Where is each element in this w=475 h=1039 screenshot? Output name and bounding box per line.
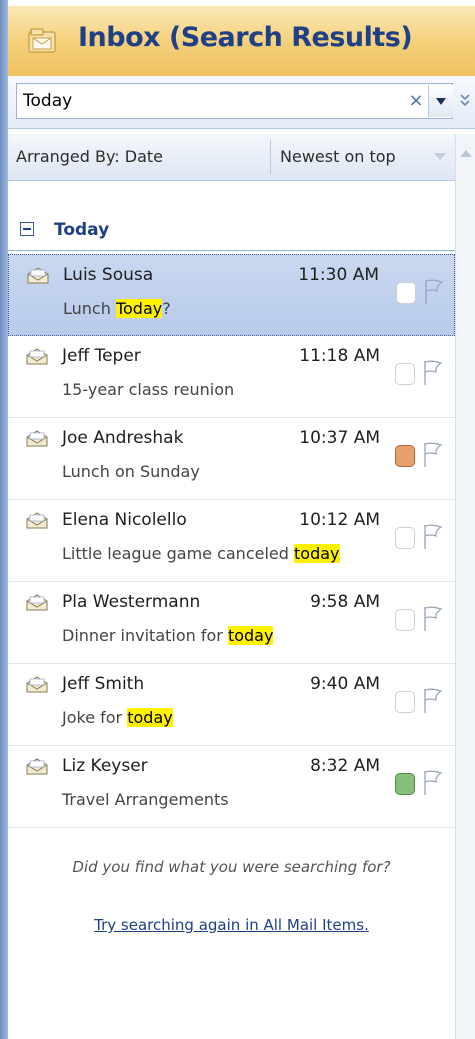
sort-order-button[interactable]: Newest on top <box>280 147 396 166</box>
mail-sender: Pla Westermann <box>62 592 201 612</box>
mail-time: 9:40 AM <box>310 674 380 694</box>
subject-text: Joke for <box>62 708 128 727</box>
mail-time: 8:32 AM <box>310 756 380 776</box>
mail-time: 10:37 AM <box>299 428 380 448</box>
pane-title: Inbox (Search Results) <box>78 22 413 53</box>
expand-query-icon[interactable] <box>458 91 472 111</box>
flag-icon[interactable] <box>422 441 444 469</box>
divider <box>270 140 271 174</box>
chevron-down-icon <box>436 98 446 105</box>
search-box: × <box>16 83 453 119</box>
search-input[interactable] <box>23 88 383 114</box>
flag-icon[interactable] <box>423 278 445 306</box>
mail-item[interactable]: Liz Keyser 8:32 AM Travel Arrangements <box>8 746 455 828</box>
envelope-icon <box>26 676 48 693</box>
mail-time: 9:58 AM <box>310 592 380 612</box>
mail-item[interactable]: Luis Sousa 11:30 AM Lunch Today? <box>8 254 455 336</box>
subject-text: Lunch on Sunday <box>62 462 200 481</box>
sort-arrow-icon <box>434 153 446 160</box>
arrange-bar: Arranged By: Date Newest on top <box>8 134 455 181</box>
group-header-today[interactable]: Today <box>8 212 455 251</box>
scrollbar[interactable] <box>455 134 475 1039</box>
mail-sender: Joe Andreshak <box>62 428 184 448</box>
mail-time: 10:12 AM <box>299 510 380 530</box>
subject-text: 15-year class reunion <box>62 380 235 399</box>
envelope-icon <box>26 594 48 611</box>
mail-item[interactable]: Jeff Smith 9:40 AM Joke for today <box>8 664 455 746</box>
mail-subject: 15-year class reunion <box>62 380 234 399</box>
flag-icon[interactable] <box>422 769 444 797</box>
mail-subject: Lunch on Sunday <box>62 462 200 481</box>
mail-subject: Little league game canceled today <box>62 544 340 563</box>
flag-icon[interactable] <box>422 523 444 551</box>
flag-icon[interactable] <box>422 359 444 387</box>
mail-time: 11:30 AM <box>298 265 379 285</box>
category-box[interactable] <box>395 773 415 795</box>
arranged-by-button[interactable]: Arranged By: Date <box>16 147 163 166</box>
mail-sender: Jeff Smith <box>62 674 145 694</box>
mail-item[interactable]: Jeff Teper 11:18 AM 15-year class reunio… <box>8 336 455 418</box>
mail-list: Luis Sousa 11:30 AM Lunch Today? Jeff Te… <box>8 254 455 828</box>
mail-sender: Jeff Teper <box>62 346 141 366</box>
envelope-icon <box>26 348 48 365</box>
mail-item[interactable]: Pla Westermann 9:58 AM Dinner invitation… <box>8 582 455 664</box>
flag-icon[interactable] <box>422 687 444 715</box>
category-box[interactable] <box>395 691 415 713</box>
envelope-icon <box>27 267 49 284</box>
envelope-icon <box>26 512 48 529</box>
left-rail <box>0 0 8 1039</box>
scroll-up-icon[interactable] <box>460 150 472 157</box>
search-all-mail-link[interactable]: Try searching again in All Mail Items. <box>8 916 455 934</box>
mail-time: 11:18 AM <box>299 346 380 366</box>
subject-text-tail: ? <box>162 299 171 318</box>
subject-text: Travel Arrangements <box>62 790 229 809</box>
search-highlight: Today <box>115 299 163 318</box>
folder-icon <box>28 28 56 53</box>
mail-sender: Luis Sousa <box>63 265 154 285</box>
close-icon[interactable]: × <box>405 90 427 112</box>
mail-subject: Lunch Today? <box>63 299 171 318</box>
group-label: Today <box>54 220 110 240</box>
category-box[interactable] <box>395 609 415 631</box>
collapse-icon[interactable] <box>20 222 34 236</box>
mail-item[interactable]: Elena Nicolello 10:12 AM Little league g… <box>8 500 455 582</box>
search-highlight: today <box>294 544 340 563</box>
category-box[interactable] <box>396 282 416 304</box>
pane-header: Inbox (Search Results) <box>8 6 475 77</box>
search-feedback-prompt: Did you find what you were searching for… <box>72 858 391 876</box>
mail-sender: Elena Nicolello <box>62 510 187 530</box>
subject-text: Little league game canceled <box>62 544 294 563</box>
mail-subject: Joke for today <box>62 708 173 727</box>
mail-subject: Dinner invitation for today <box>62 626 274 645</box>
category-box[interactable] <box>395 363 415 385</box>
subject-text: Dinner invitation for <box>62 626 228 645</box>
category-box[interactable] <box>395 527 415 549</box>
search-bar: × <box>8 76 475 129</box>
mail-subject: Travel Arrangements <box>62 790 229 809</box>
envelope-icon <box>26 430 48 447</box>
inbox-pane: Inbox (Search Results) × Arranged By: Da… <box>0 0 475 1039</box>
search-highlight: today <box>227 626 274 645</box>
envelope-icon <box>26 758 48 775</box>
category-box[interactable] <box>395 445 415 467</box>
search-highlight: today <box>127 708 173 727</box>
search-options-button[interactable] <box>428 85 453 117</box>
mail-sender: Liz Keyser <box>62 756 148 776</box>
flag-icon[interactable] <box>422 605 444 633</box>
subject-text: Lunch <box>63 299 116 318</box>
mail-item[interactable]: Joe Andreshak 10:37 AM Lunch on Sunday <box>8 418 455 500</box>
